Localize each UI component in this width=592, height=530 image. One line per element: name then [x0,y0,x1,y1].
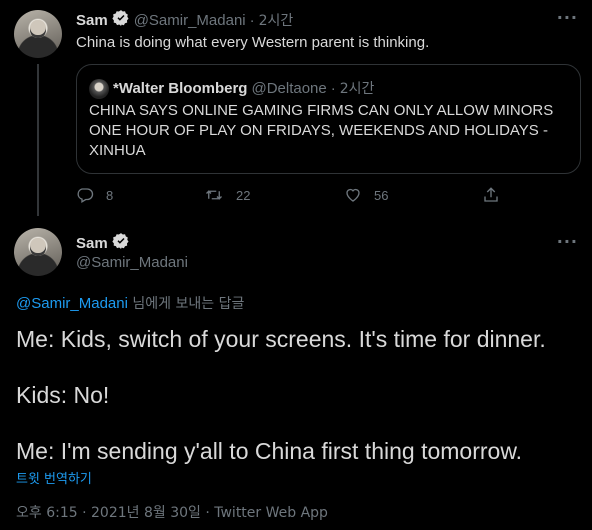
more-options-icon[interactable]: ··· [557,8,578,27]
author-handle[interactable]: @Samir_Madani [134,12,246,29]
like-button[interactable]: 56 [344,186,388,204]
share-icon [484,187,498,202]
quoted-tweet-header: *Walter Bloomberg @Deltaone · 2시간 [113,78,374,98]
tweet1-header: Sam @Samir_Madani · 2시간 [76,9,293,31]
separator-dot: · [249,11,255,29]
tweet2-header: Sam [76,232,130,254]
tweet-line: Me: Kids, switch of your screens. It's t… [16,326,546,352]
avatar[interactable] [14,228,62,276]
tweet-timestamp[interactable]: 2시간 [259,10,294,30]
share-button[interactable] [482,186,500,204]
tweet-metadata[interactable]: 오후 6:15 · 2021년 8월 30일 · Twitter Web App [16,502,328,522]
reply-icon [77,188,94,203]
quoted-author-handle: @Deltaone [251,79,327,97]
tweet-text: China is doing what every Western parent… [76,34,430,51]
reply-button[interactable]: 8 [76,186,113,204]
author-handle[interactable]: @Samir_Madani [76,254,188,271]
tweet-line: Me: I'm sending y'all to China first thi… [16,438,523,464]
replying-to: @Samir_Madani 님에게 보내는 답글 [16,293,244,313]
verified-badge-icon [112,9,130,31]
quoted-tweet[interactable]: *Walter Bloomberg @Deltaone · 2시간 CHINA … [76,64,581,174]
more-options-icon[interactable]: ··· [557,232,578,251]
thread-connector-line [37,64,39,216]
separator-dot: · [330,79,336,97]
heart-icon [346,188,360,202]
tweet-action-bar: 8 22 56 [76,186,506,206]
verified-badge-icon [112,232,130,254]
reply-mention-link[interactable]: @Samir_Madani [16,295,128,312]
retweet-button[interactable]: 22 [204,186,250,204]
reply-to-suffix: 님에게 보내는 답글 [127,296,245,312]
retweet-count: 22 [236,187,251,203]
quoted-timestamp: 2시간 [339,81,375,97]
translate-tweet-link[interactable]: 트윗 번역하기 [16,468,92,487]
author-name[interactable]: Sam [76,12,108,29]
avatar[interactable] [14,10,62,58]
like-count: 56 [374,187,389,203]
author-name[interactable]: Sam [76,235,108,252]
quoted-avatar [89,79,109,99]
quoted-tweet-text: CHINA SAYS ONLINE GAMING FIRMS CAN ONLY … [89,102,554,159]
retweet-icon [206,190,222,200]
quoted-author-name: *Walter Bloomberg [113,79,248,97]
tweet-line: Kids: No! [16,382,110,408]
reply-count: 8 [106,187,114,203]
